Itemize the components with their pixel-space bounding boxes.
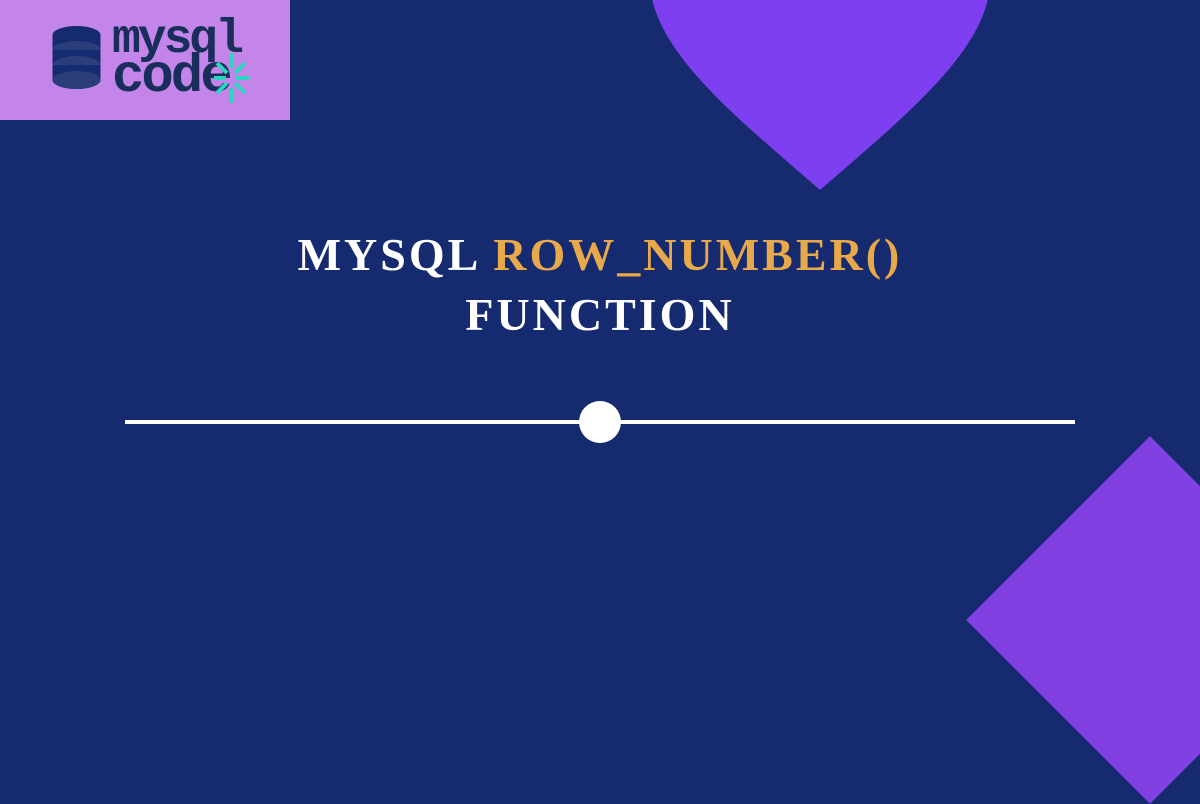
page-title: MYSQL ROW_NUMBER() FUNCTION xyxy=(0,225,1200,345)
title-container: MYSQL ROW_NUMBER() FUNCTION xyxy=(0,225,1200,345)
divider-line-left xyxy=(125,420,581,424)
logo-text-wrapper: mysql code xyxy=(112,22,241,99)
sparkle-icon xyxy=(214,53,249,103)
heart-decoration xyxy=(640,0,1000,200)
title-part-function-name: ROW_NUMBER() xyxy=(493,229,902,280)
divider-line-right xyxy=(619,420,1075,424)
logo-container: mysql code xyxy=(0,0,290,120)
title-part-mysql: MYSQL xyxy=(298,229,479,280)
title-part-function: FUNCTION xyxy=(465,289,734,340)
logo-code-label: code xyxy=(112,47,230,108)
database-icon xyxy=(49,25,104,95)
bottom-decoration xyxy=(966,436,1200,804)
logo-inner: mysql code xyxy=(49,22,241,99)
divider xyxy=(125,402,1075,442)
divider-circle xyxy=(579,401,621,443)
logo-code-text: code xyxy=(112,58,241,99)
